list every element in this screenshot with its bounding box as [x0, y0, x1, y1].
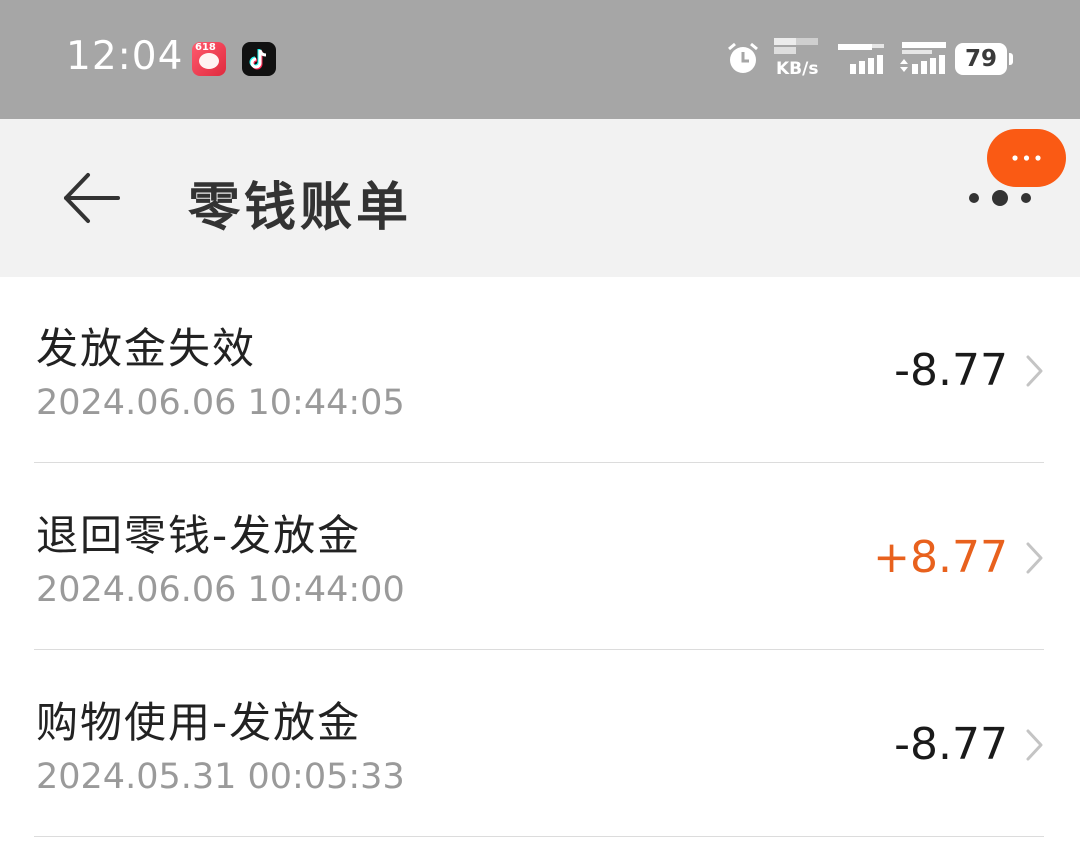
- divider: [34, 462, 1044, 463]
- back-button[interactable]: [58, 167, 128, 231]
- bill-time: 2024.06.06 10:44:05: [36, 383, 405, 423]
- more-options-button[interactable]: [960, 183, 1040, 213]
- arrow-left-icon: [64, 173, 120, 223]
- divider: [34, 649, 1044, 650]
- tiktok-icon: [242, 42, 276, 76]
- bill-row[interactable]: 退回零钱-发放金 2024.06.06 10:44:00 +8.77: [0, 464, 1080, 650]
- bill-title: 发放金失效: [36, 324, 257, 373]
- status-bar: 12:04 618 KB/s 79: [0, 0, 1080, 119]
- 618-shopping-app-icon: 618: [192, 42, 226, 76]
- bill-title: 购物使用-发放金: [36, 698, 362, 747]
- ellipsis-icon: [1012, 155, 1041, 161]
- bill-time: 2024.06.06 10:44:00: [36, 570, 405, 610]
- status-time: 12:04: [66, 34, 184, 79]
- bill-row[interactable]: 购物使用-发放金 2024.05.31 00:05:33 -8.77: [0, 651, 1080, 837]
- page-title: 零钱账单: [188, 178, 413, 238]
- alarm-clock-icon: [725, 40, 761, 80]
- bill-amount: -8.77: [894, 719, 1008, 770]
- chevron-right-icon: [1026, 355, 1043, 387]
- floating-menu-button[interactable]: [987, 129, 1066, 187]
- more-dots-icon: [969, 190, 1031, 206]
- divider: [34, 836, 1044, 837]
- bill-title: 退回零钱-发放金: [36, 511, 362, 560]
- bill-row[interactable]: 发放金失效 2024.06.06 10:44:05 -8.77: [0, 277, 1080, 463]
- chevron-right-icon: [1026, 729, 1043, 761]
- page-header: 零钱账单: [0, 119, 1080, 277]
- signal-strength-data-icon: [898, 42, 948, 80]
- network-speed-unit: KB/s: [776, 59, 819, 79]
- battery-level: 79: [964, 46, 997, 72]
- chevron-right-icon: [1026, 542, 1043, 574]
- bill-amount: +8.77: [873, 532, 1008, 583]
- bill-amount: -8.77: [894, 345, 1008, 396]
- bill-time: 2024.05.31 00:05:33: [36, 757, 405, 797]
- app-icon-label: 618: [195, 42, 216, 53]
- signal-strength-icon: [838, 42, 886, 80]
- battery-icon: 79: [955, 43, 1013, 75]
- network-speed: KB/s: [774, 38, 824, 79]
